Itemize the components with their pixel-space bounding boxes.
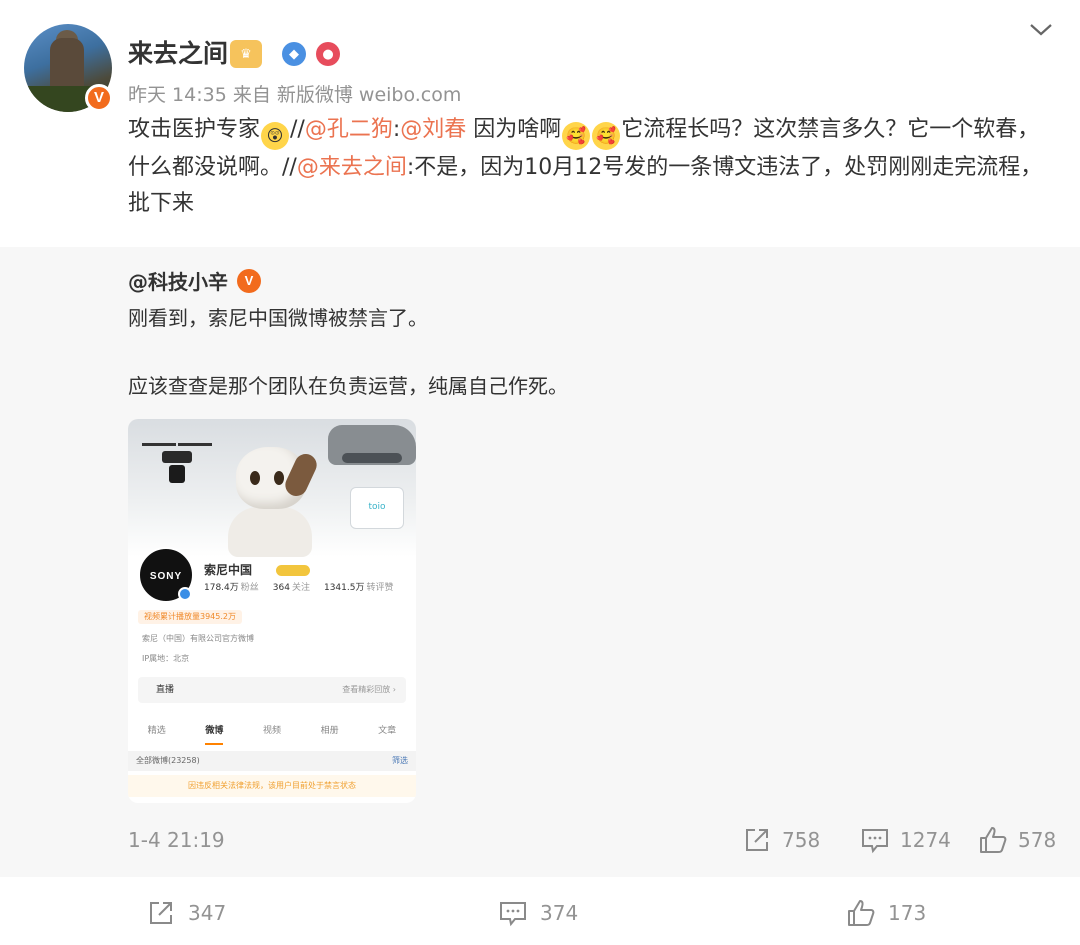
verified-icon: V	[237, 269, 261, 293]
retweet-like-button[interactable]: 578	[978, 825, 1056, 855]
retweet-username[interactable]: @科技小辛	[128, 267, 228, 297]
repost-count: 758	[782, 828, 821, 852]
account-stats: 178.4万 粉丝 364 关注 1341.5万 转评赞	[204, 582, 394, 594]
tab-weibo: 微博	[205, 719, 224, 745]
repost-button[interactable]: 347	[146, 896, 226, 930]
comment-count: 1274	[900, 828, 951, 852]
like-count: 578	[1018, 828, 1057, 852]
retweet-block[interactable]: @科技小辛 V 刚看到，索尼中国微博被禁言了。 应该查查是那个团队在负责运营，纯…	[0, 247, 1080, 877]
stat-value: 1341.5万	[323, 583, 365, 593]
like-count: 173	[888, 901, 927, 925]
car-graphic	[328, 425, 416, 465]
shield-icon[interactable]: ◆	[282, 42, 306, 66]
stat-label: 转评赞	[366, 583, 394, 593]
all-posts-bar: 全部微博(23258) 筛选	[128, 751, 416, 771]
stat-value: 364	[272, 583, 290, 593]
repost-count: 347	[188, 901, 227, 925]
stat-value: 178.4万	[204, 583, 239, 593]
repost-icon	[746, 829, 768, 851]
post-meta: 昨天 14:35 来自 新版微博 weibo.com	[128, 84, 462, 106]
stat-item: 1341.5万 转评赞	[324, 582, 394, 594]
aibo-eye	[274, 471, 284, 485]
comment-button[interactable]: 374	[498, 896, 578, 930]
retweet-repost-button[interactable]: 758	[742, 825, 820, 855]
retweet-text: 刚看到，索尼中国微博被禁言了。	[128, 306, 428, 330]
drone-arm	[178, 443, 212, 446]
drone-camera	[169, 465, 185, 483]
retweet-comment-button[interactable]: 1274	[860, 825, 951, 855]
like-button[interactable]: 173	[846, 896, 926, 930]
mention-link[interactable]: @来去之间	[297, 155, 407, 180]
ip-location: IP属地：北京	[142, 654, 190, 663]
thumbs-up-icon	[980, 827, 1007, 853]
live-more: 查看精彩回放 ›	[342, 685, 396, 694]
tab-featured: 精选	[147, 726, 166, 736]
aibo-dog-graphic	[226, 447, 322, 557]
toio-box: toio	[350, 487, 404, 529]
live-bar: 直播 查看精彩回放 ›	[138, 677, 406, 703]
comment-count: 374	[540, 901, 579, 925]
repost-icon	[150, 902, 172, 924]
verified-icon: V	[85, 84, 113, 112]
all-posts-count: 全部微博(23258)	[136, 756, 200, 765]
post-text-part: 因为啥啊	[466, 117, 562, 142]
blush-emoji-icon: 🥰	[592, 122, 621, 150]
tab-album: 相册	[320, 726, 339, 736]
aibo-torso	[228, 507, 312, 557]
stat-item: 178.4万 粉丝	[204, 582, 259, 594]
retweet-time[interactable]: 1-4 21:19	[128, 825, 225, 855]
drone-body	[162, 451, 192, 463]
post-text-part: 攻击医护专家	[128, 117, 261, 142]
mention-link[interactable]: @孔二狗	[305, 117, 393, 142]
vip-badge-icon	[276, 565, 310, 576]
retweet-image[interactable]: toio SONY 索尼中国 178.4万 粉丝 364 关注 1341.5万 转评赞…	[128, 419, 416, 803]
profile-tabs: 精选 微博 视频 相册 文章	[128, 719, 416, 745]
ban-notice: 因违反相关法律法规，该用户目前处于禁言状态	[128, 775, 416, 797]
views-badge: 视频累计播放量3945.2万	[138, 610, 242, 624]
mention-link[interactable]: @刘春	[400, 117, 466, 142]
comment-icon	[862, 829, 888, 854]
apple-icon[interactable]: ●	[316, 42, 340, 66]
username[interactable]: 来去之间	[128, 38, 228, 70]
drone-graphic	[142, 437, 212, 487]
aibo-eye	[250, 471, 260, 485]
blush-emoji-icon: 🥰	[562, 122, 591, 150]
post-text-part: //	[290, 117, 305, 142]
weibo-post-card: V 来去之间 ♛ ◆ ● 昨天 14:35 来自 新版微博 weibo.com …	[0, 0, 1080, 945]
post-text: 攻击医护专家 😲//@孔二狗:@刘春 因为啥啊 🥰 🥰 它流程长吗？这次禁言多久？它一个…	[128, 112, 1058, 222]
shocked-emoji-icon: 😲	[261, 122, 290, 150]
stat-item: 364 关注	[273, 582, 310, 594]
company-info: 索尼（中国）有限公司官方微博	[142, 634, 254, 643]
thumbs-up-icon	[848, 900, 875, 926]
filter-label: 筛选	[392, 756, 408, 765]
drone-arm	[142, 443, 176, 446]
comment-icon	[500, 902, 526, 927]
user-badges: ♛ ◆ ●	[230, 40, 340, 68]
stat-label: 粉丝	[240, 583, 259, 593]
stat-label: 关注	[291, 583, 310, 593]
tab-video: 视频	[262, 726, 281, 736]
vip-crown-icon[interactable]: ♛	[230, 40, 262, 68]
live-label: 直播	[156, 685, 175, 695]
verified-icon	[178, 587, 192, 601]
chevron-down-icon[interactable]	[1028, 20, 1054, 40]
tab-articles: 文章	[378, 726, 397, 736]
account-name: 索尼中国	[204, 563, 253, 577]
retweet-text: 应该查查是那个团队在负责运营，纯属自己作死。	[128, 374, 568, 398]
